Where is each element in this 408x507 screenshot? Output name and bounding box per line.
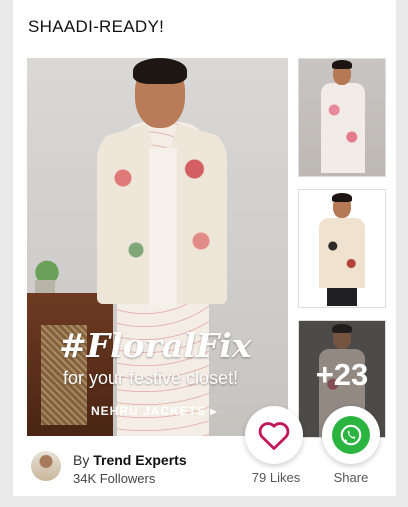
banner-cta[interactable]: NEHRU JACKETS ▸ [91, 404, 217, 418]
thumbnail-1[interactable] [298, 58, 386, 177]
share-button[interactable] [322, 406, 380, 464]
by-prefix: By [73, 452, 90, 468]
thumbnail-2[interactable] [298, 189, 386, 308]
author-followers: 34K Followers [73, 471, 156, 486]
like-button[interactable] [245, 406, 303, 464]
main-product-image[interactable]: #FloralFix for your festive closet! NEHR… [27, 58, 288, 436]
author-name[interactable]: Trend Experts [93, 452, 186, 468]
share-label: Share [333, 470, 369, 485]
chevron-right-icon: ▸ [210, 404, 218, 418]
author-byline: By Trend Experts [73, 452, 187, 468]
heart-icon [258, 422, 290, 450]
banner-hashtag: #FloralFix [59, 326, 252, 365]
collection-card: SHAADI-READY! #FloralFix for your festiv… [13, 0, 396, 496]
more-images-count: +23 [315, 357, 369, 392]
likes-count: 79 Likes [251, 470, 301, 485]
whatsapp-icon [332, 416, 370, 454]
author-avatar[interactable] [31, 451, 61, 481]
pot-decor [35, 280, 55, 294]
model-hair [133, 58, 187, 84]
banner-subline: for your festive closet! [63, 368, 239, 388]
banner-cta-label: NEHRU JACKETS [91, 404, 207, 418]
collection-title: SHAADI-READY! [28, 17, 165, 36]
